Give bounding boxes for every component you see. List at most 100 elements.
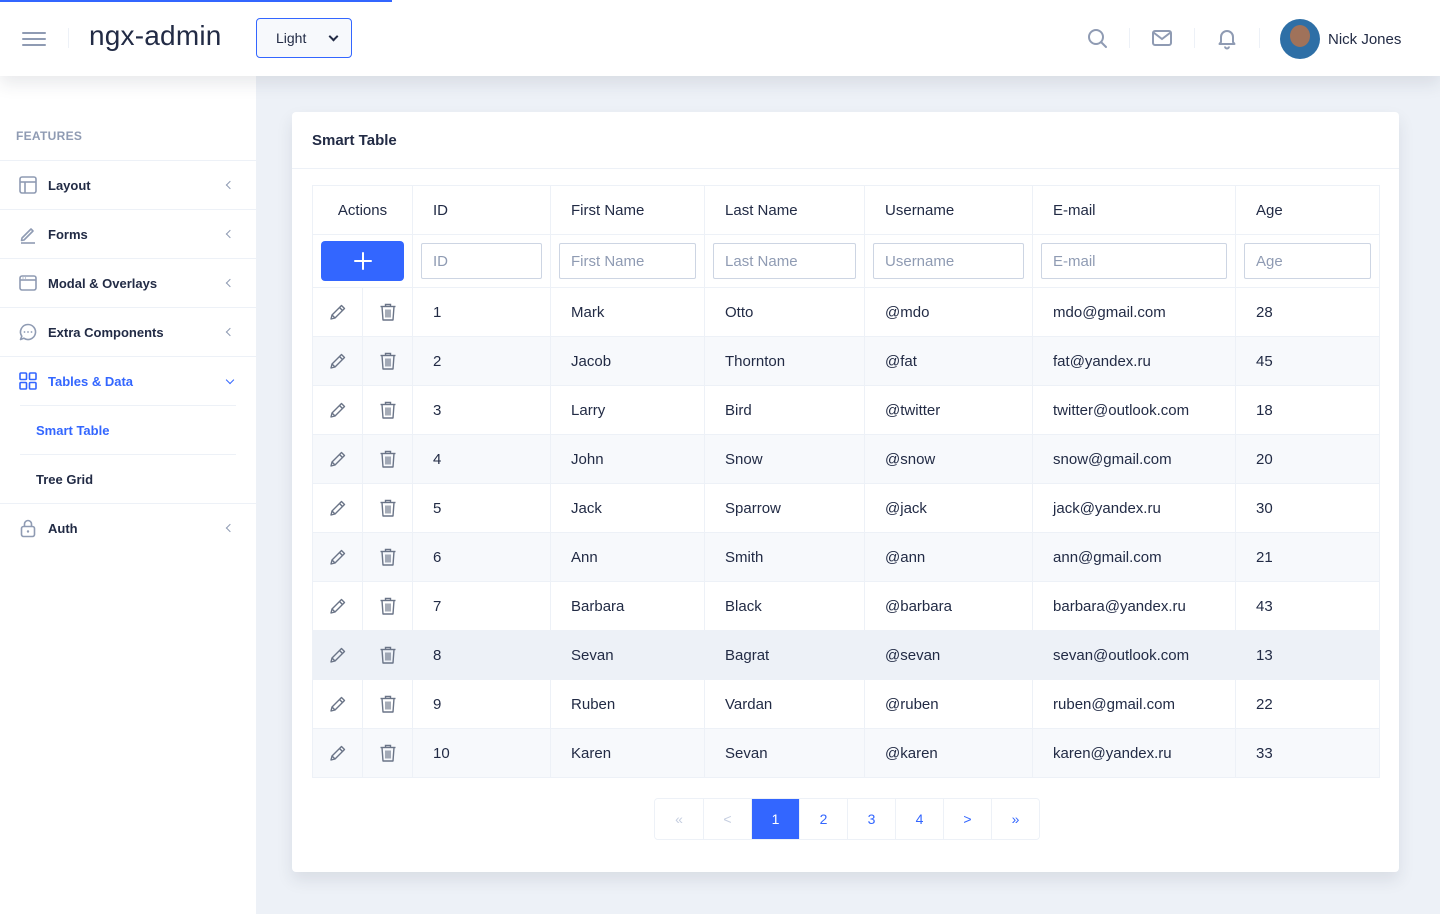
last-page-button[interactable]: »: [991, 799, 1039, 839]
delete-row-button[interactable]: [361, 581, 414, 631]
table-row[interactable]: 7 Barbara Black @barbara barbara@yandex.ru 43: [312, 581, 1381, 631]
delete-row-button[interactable]: [361, 532, 414, 582]
filter-first-name-input[interactable]: [559, 243, 697, 279]
column-header-first-name[interactable]: First Name: [550, 185, 706, 235]
table-row[interactable]: 1 Mark Otto @mdo mdo@gmail.com 28: [312, 287, 1381, 337]
page-button[interactable]: 2: [799, 799, 847, 839]
table-row[interactable]: 6 Ann Smith @ann ann@gmail.com 21: [312, 532, 1381, 582]
filter-username-input[interactable]: [873, 243, 1025, 279]
add-row-button[interactable]: [321, 241, 404, 281]
filter-email-input[interactable]: [1041, 243, 1228, 279]
cell-id: 6: [412, 532, 552, 582]
column-header-last-name[interactable]: Last Name: [704, 185, 866, 235]
brand-logo[interactable]: ngx-admin: [89, 20, 222, 52]
edit-row-button[interactable]: [312, 532, 363, 582]
cell-email: karen@yandex.ru: [1032, 728, 1237, 778]
cell-age: 18: [1235, 385, 1381, 435]
chevron-left-icon: [225, 229, 235, 239]
delete-row-button[interactable]: [361, 385, 414, 435]
sidebar-item-modal-overlays[interactable]: Modal & Overlays: [0, 258, 256, 307]
cell-email: twitter@outlook.com: [1032, 385, 1237, 435]
edit-row-button[interactable]: [312, 483, 363, 533]
delete-row-button[interactable]: [361, 483, 414, 533]
table-row[interactable]: 10 Karen Sevan @karen karen@yandex.ru 33: [312, 728, 1381, 778]
page-button[interactable]: 1: [751, 799, 799, 839]
table-row[interactable]: 2 Jacob Thornton @fat fat@yandex.ru 45: [312, 336, 1381, 386]
filter-last-name-input[interactable]: [713, 243, 857, 279]
table-row[interactable]: 5 Jack Sparrow @jack jack@yandex.ru 30: [312, 483, 1381, 533]
filter-age-input[interactable]: [1244, 243, 1372, 279]
search-icon[interactable]: [1085, 26, 1109, 50]
sidebar-item-extra-components[interactable]: Extra Components: [0, 307, 256, 356]
filter-id-input[interactable]: [421, 243, 543, 279]
edit-row-button[interactable]: [312, 728, 363, 778]
menu-toggle-icon[interactable]: [22, 28, 46, 48]
trash-icon: [380, 499, 395, 517]
pagination: « < 1 2 3 4 > »: [654, 798, 1040, 840]
delete-row-button[interactable]: [361, 287, 414, 337]
user-menu[interactable]: Nick Jones: [1280, 19, 1401, 59]
cell-first-name: Mark: [550, 287, 706, 337]
edit-icon: [329, 696, 345, 712]
delete-row-button[interactable]: [361, 679, 414, 729]
sidebar-item-label: Layout: [48, 177, 91, 193]
column-header-age[interactable]: Age: [1235, 185, 1381, 235]
page-button[interactable]: 3: [847, 799, 895, 839]
cell-first-name: John: [550, 434, 706, 484]
bell-icon[interactable]: [1215, 26, 1239, 50]
cell-last-name: Bagrat: [704, 630, 866, 680]
sidebar-item-forms[interactable]: Forms: [0, 209, 256, 258]
sidebar-item-tables-data[interactable]: Tables & Data: [0, 356, 256, 405]
page-button[interactable]: 4: [895, 799, 943, 839]
cell-id: 5: [412, 483, 552, 533]
sidebar-item-auth[interactable]: Auth: [0, 503, 256, 552]
edit-row-button[interactable]: [312, 385, 363, 435]
cell-last-name: Snow: [704, 434, 866, 484]
cell-username: @karen: [864, 728, 1034, 778]
first-page-button[interactable]: «: [655, 799, 703, 839]
sidebar-subitem-tree-grid[interactable]: Tree Grid: [20, 454, 236, 503]
table-row[interactable]: 3 Larry Bird @twitter twitter@outlook.com 18: [312, 385, 1381, 435]
cell-username: @barbara: [864, 581, 1034, 631]
column-header-email[interactable]: E-mail: [1032, 185, 1237, 235]
delete-row-button[interactable]: [361, 434, 414, 484]
next-page-button[interactable]: >: [943, 799, 991, 839]
column-header-username[interactable]: Username: [864, 185, 1034, 235]
cell-age: 13: [1235, 630, 1381, 680]
prev-page-button[interactable]: <: [703, 799, 751, 839]
edit-icon: [329, 402, 345, 418]
table-row[interactable]: 4 John Snow @snow snow@gmail.com 20: [312, 434, 1381, 484]
delete-row-button[interactable]: [361, 728, 414, 778]
sidebar-item-label: Extra Components: [48, 324, 164, 340]
avatar[interactable]: [1280, 19, 1320, 59]
cell-email: ruben@gmail.com: [1032, 679, 1237, 729]
edit-row-button[interactable]: [312, 287, 363, 337]
edit-row-button[interactable]: [312, 581, 363, 631]
filter-row: [311, 234, 1381, 288]
delete-row-button[interactable]: [361, 630, 414, 680]
edit-row-button[interactable]: [312, 434, 363, 484]
browser-icon: [19, 275, 37, 291]
sidebar-item-layout[interactable]: Layout: [0, 160, 256, 209]
table-row[interactable]: 9 Ruben Vardan @ruben ruben@gmail.com 22: [312, 679, 1381, 729]
layout-icon: [19, 176, 37, 194]
trash-icon: [380, 646, 395, 664]
sidebar-subitem-label: Tree Grid: [36, 471, 94, 487]
edit-row-button[interactable]: [312, 679, 363, 729]
edit-icon: [329, 353, 345, 369]
cell-id: 3: [412, 385, 552, 435]
cell-last-name: Vardan: [704, 679, 866, 729]
edit-row-button[interactable]: [312, 630, 363, 680]
smart-table: Actions ID First Name Last Name Username…: [311, 185, 1381, 778]
sidebar-subitem-smart-table[interactable]: Smart Table: [20, 405, 236, 454]
table-row[interactable]: 8 Sevan Bagrat @sevan sevan@outlook.com 13: [312, 630, 1381, 680]
edit-row-button[interactable]: [312, 336, 363, 386]
edit-icon: [329, 549, 345, 565]
theme-select[interactable]: Light: [256, 18, 352, 58]
email-icon[interactable]: [1150, 26, 1174, 50]
delete-row-button[interactable]: [361, 336, 414, 386]
cell-first-name: Ruben: [550, 679, 706, 729]
column-header-id[interactable]: ID: [412, 185, 552, 235]
add-cell: [311, 234, 414, 288]
page-scrollbar[interactable]: [1436, 76, 1440, 856]
